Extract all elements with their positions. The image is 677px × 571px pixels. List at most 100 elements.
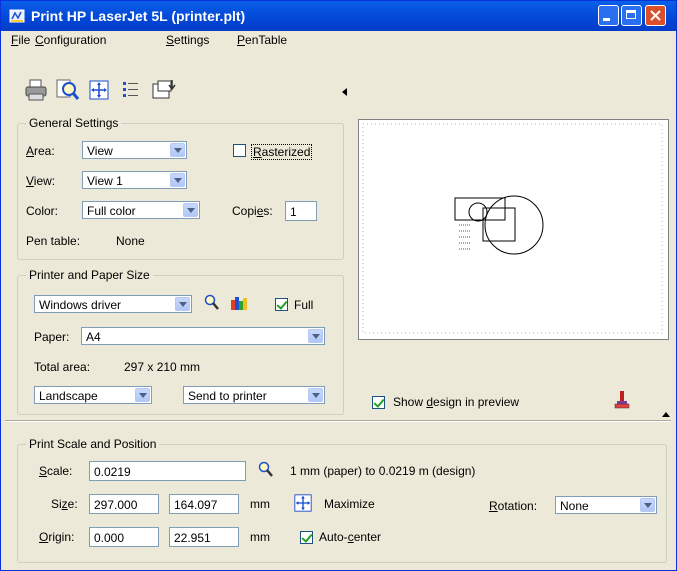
rotation-label-key: R bbox=[489, 499, 498, 513]
maximize-button[interactable] bbox=[621, 5, 642, 26]
preview-zoom-icon[interactable] bbox=[56, 78, 80, 102]
scale-input[interactable]: 0.0219 bbox=[89, 461, 246, 481]
general-settings-title: General Settings bbox=[26, 116, 122, 130]
close-button[interactable] bbox=[645, 5, 666, 26]
title-bar[interactable]: Print HP LaserJet 5L (printer.plt) bbox=[1, 1, 676, 31]
origin-label-key: O bbox=[39, 530, 49, 544]
search-icon[interactable] bbox=[258, 461, 274, 479]
color-select[interactable]: Full color bbox=[82, 201, 200, 219]
orientation-select[interactable]: Landscape bbox=[34, 386, 152, 404]
origin-y-value: 22.951 bbox=[174, 531, 211, 545]
menu-pentable[interactable]: PenTable bbox=[237, 33, 287, 47]
size-height-value: 164.097 bbox=[174, 498, 218, 512]
total-area-value: 297 x 210 mm bbox=[124, 360, 201, 374]
view-select[interactable]: View 1 bbox=[82, 171, 187, 189]
size-width-value: 297.000 bbox=[94, 498, 138, 512]
close-icon bbox=[650, 10, 661, 21]
maximize-icon[interactable] bbox=[293, 493, 313, 513]
show-design-checkbox[interactable] bbox=[372, 396, 385, 409]
chevron-down-icon[interactable] bbox=[640, 498, 655, 512]
rasterized-checkbox[interactable] bbox=[233, 144, 246, 157]
collapse-left-icon[interactable] bbox=[341, 87, 349, 97]
orientation-select-value: Landscape bbox=[39, 389, 98, 403]
driver-select-value: Windows driver bbox=[39, 298, 122, 312]
rotation-select[interactable]: None bbox=[555, 496, 657, 514]
pen-table-label: Pen table: bbox=[26, 234, 81, 248]
paper-label: Paper: bbox=[34, 330, 70, 344]
chevron-down-icon[interactable] bbox=[308, 329, 323, 343]
printer-icon[interactable] bbox=[24, 78, 48, 102]
scale-label-key: S bbox=[39, 464, 48, 478]
area-label: Area: bbox=[26, 144, 55, 158]
show-design-label[interactable]: Show design in preview bbox=[393, 395, 519, 409]
printer-paper-group: Printer and Paper Size Windows driver Fu… bbox=[17, 268, 344, 415]
origin-label-text: rigin: bbox=[48, 530, 75, 544]
auto-center-checkbox[interactable] bbox=[300, 531, 313, 544]
size-label-pre: Si bbox=[51, 497, 62, 511]
chevron-down-icon[interactable] bbox=[175, 297, 190, 311]
chevron-down-icon[interactable] bbox=[308, 388, 323, 402]
size-height-input[interactable]: 164.097 bbox=[169, 494, 239, 514]
auto-center-post: enter bbox=[353, 530, 382, 544]
area-select[interactable]: View bbox=[82, 141, 187, 159]
scale-label: Scale: bbox=[39, 464, 72, 478]
toolbar bbox=[1, 51, 351, 109]
minimize-button[interactable] bbox=[598, 5, 619, 26]
copies-label-post: s: bbox=[263, 204, 273, 218]
total-area-label: Total area: bbox=[34, 360, 91, 374]
paper-select[interactable]: A4 bbox=[81, 327, 325, 345]
origin-y-input[interactable]: 22.951 bbox=[169, 527, 239, 547]
size-width-input[interactable]: 297.000 bbox=[89, 494, 159, 514]
size-unit: mm bbox=[250, 497, 270, 511]
copies-label: Copies: bbox=[232, 204, 273, 218]
color-select-value: Full color bbox=[87, 204, 136, 218]
chevron-down-icon[interactable] bbox=[170, 173, 185, 187]
output-select-value: Send to printer bbox=[188, 389, 267, 403]
show-design-post: esign in preview bbox=[433, 395, 520, 409]
size-label: Size: bbox=[51, 497, 78, 511]
maximize-label[interactable]: Maximize bbox=[324, 497, 375, 511]
show-design-pre: Show bbox=[393, 395, 427, 409]
auto-center-pre: Auto- bbox=[319, 530, 348, 544]
menu-file[interactable]: File bbox=[11, 33, 30, 47]
copies-input[interactable]: 1 bbox=[285, 201, 317, 221]
fit-move-icon[interactable] bbox=[88, 79, 110, 101]
rotation-label: Rotation: bbox=[489, 499, 537, 513]
page-export-icon[interactable] bbox=[151, 78, 177, 102]
paper-select-value: A4 bbox=[86, 330, 101, 344]
rotation-select-value: None bbox=[560, 499, 589, 513]
preview-pane[interactable] bbox=[358, 119, 669, 340]
chevron-down-icon[interactable] bbox=[183, 203, 198, 217]
list-icon[interactable] bbox=[121, 79, 141, 99]
origin-x-input[interactable]: 0.000 bbox=[89, 527, 159, 547]
printer-paper-title: Printer and Paper Size bbox=[26, 268, 153, 282]
output-select[interactable]: Send to printer bbox=[183, 386, 325, 404]
copies-input-value: 1 bbox=[290, 205, 297, 219]
driver-select[interactable]: Windows driver bbox=[34, 295, 192, 313]
menu-configuration[interactable]: Configuration bbox=[35, 33, 106, 47]
rotation-label-text: otation: bbox=[497, 499, 538, 513]
chevron-down-icon[interactable] bbox=[135, 388, 150, 402]
divider bbox=[5, 420, 671, 422]
menu-settings-label: ettings bbox=[174, 33, 210, 47]
rasterized-label[interactable]: Rasterized bbox=[251, 144, 313, 160]
chevron-down-icon[interactable] bbox=[170, 143, 185, 157]
menu-configuration-key: C bbox=[35, 33, 44, 47]
full-checkbox[interactable] bbox=[275, 298, 288, 311]
auto-center-label[interactable]: Auto-center bbox=[319, 530, 381, 544]
area-select-value: View bbox=[87, 144, 113, 158]
area-label-key: A bbox=[26, 144, 35, 158]
printer-properties-icon[interactable] bbox=[230, 295, 248, 311]
full-label[interactable]: Full bbox=[294, 298, 313, 312]
menu-file-label: ile bbox=[18, 33, 31, 47]
copies-label-pre: Copi bbox=[232, 204, 257, 218]
pen-stamp-icon[interactable] bbox=[614, 390, 630, 410]
search-icon[interactable] bbox=[204, 294, 220, 312]
origin-label: Origin: bbox=[39, 530, 74, 544]
menu-settings[interactable]: Settings bbox=[166, 33, 209, 47]
origin-x-value: 0.000 bbox=[94, 531, 125, 545]
window-title: Print HP LaserJet 5L (printer.plt) bbox=[31, 8, 246, 24]
scale-position-title: Print Scale and Position bbox=[26, 437, 160, 451]
origin-unit: mm bbox=[250, 530, 270, 544]
collapse-up-icon[interactable] bbox=[661, 410, 671, 418]
